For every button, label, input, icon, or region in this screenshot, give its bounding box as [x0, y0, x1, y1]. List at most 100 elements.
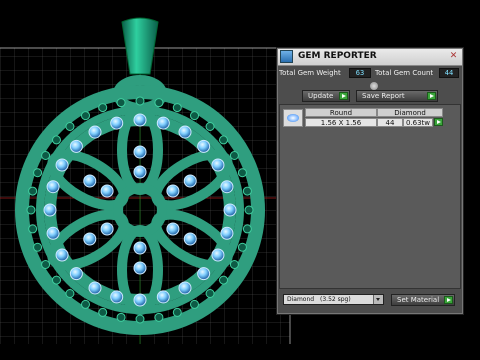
material-select[interactable]: Diamond (3.52 spg) [283, 294, 384, 305]
gem-stone [197, 139, 211, 153]
bead [242, 224, 252, 234]
gem-stone [133, 261, 147, 275]
bead [237, 242, 247, 252]
gem-stone [156, 116, 170, 130]
gem-stone [183, 232, 197, 246]
total-weight-value: 63 [349, 68, 371, 78]
panel-title: GEM REPORTER [298, 51, 377, 61]
play-arrow-icon [339, 92, 348, 100]
bead [52, 135, 62, 145]
bead [81, 111, 90, 121]
gem-stone [100, 222, 114, 236]
gem-stone [156, 290, 170, 304]
bead [218, 135, 228, 145]
gem-reporter-icon [280, 50, 293, 63]
gem-stone [43, 203, 57, 217]
panel-title-bar[interactable]: GEM REPORTER ✕ [278, 49, 462, 66]
bead [242, 186, 252, 196]
gem-count-cell: 44 [377, 118, 403, 127]
gem-stone [133, 113, 147, 127]
stats-row: Total Gem Weight 63 Total Gem Count 44 [279, 68, 461, 80]
play-arrow-icon [444, 296, 453, 304]
gem-stone [69, 139, 83, 153]
row-arrow-icon[interactable] [434, 118, 443, 126]
gem-stone [220, 180, 234, 194]
bead [190, 111, 199, 121]
gem-stone [100, 184, 114, 198]
bead [33, 242, 43, 252]
gem-stone [166, 184, 180, 198]
play-arrow-icon [427, 92, 436, 100]
bead [237, 168, 247, 178]
bead [229, 151, 239, 160]
bead [65, 288, 75, 298]
gem-stone [55, 158, 69, 172]
round-gem-icon [283, 109, 303, 127]
chevron-down-icon[interactable] [373, 295, 383, 304]
bead [28, 186, 38, 196]
scroll-knob-icon[interactable] [370, 82, 378, 90]
bead [172, 307, 182, 317]
total-count-label: Total Gem Count [375, 69, 434, 77]
total-weight-label: Total Gem Weight [279, 69, 341, 77]
bead [135, 314, 145, 324]
bead [52, 275, 62, 285]
gem-reporter-panel: GEM REPORTER ✕ Total Gem Weight 63 Total… [276, 47, 464, 315]
bead [244, 205, 254, 215]
gem-stone [88, 125, 102, 139]
gem-stone [83, 232, 97, 246]
bead [28, 224, 38, 234]
save-report-label: Save Report [362, 92, 405, 100]
gem-stone [211, 248, 225, 262]
bead [116, 312, 126, 322]
bead [65, 122, 75, 132]
gem-stone [133, 165, 147, 179]
bead [172, 103, 182, 113]
bead [98, 307, 108, 317]
bead [135, 96, 145, 106]
gem-stone [133, 293, 147, 307]
gem-stone [46, 180, 60, 194]
gem-stone [166, 222, 180, 236]
gem-stone [110, 290, 124, 304]
gem-stone [133, 241, 147, 255]
gem-stone [110, 116, 124, 130]
bead [205, 288, 215, 298]
gem-stone [83, 174, 97, 188]
bead [41, 151, 51, 160]
bead [41, 260, 51, 269]
gem-list[interactable]: Round Diamond 1.56 X 1.56 44 0.63tw [279, 104, 461, 289]
total-count-value: 44 [439, 68, 459, 78]
material-name: Diamond [287, 296, 315, 303]
gem-stone [178, 281, 192, 295]
gem-stone [46, 226, 60, 240]
material-row: Diamond (3.52 spg) Set Material [279, 292, 461, 308]
gem-weight-cell: 0.63tw [403, 118, 433, 127]
update-button[interactable]: Update [302, 90, 350, 102]
gem-stone [223, 203, 237, 217]
bead [33, 168, 43, 178]
gem-stone [183, 174, 197, 188]
bead [190, 299, 199, 309]
gem-stone [133, 145, 147, 159]
close-icon[interactable]: ✕ [448, 51, 459, 62]
bead [154, 98, 164, 108]
gem-stone [197, 267, 211, 281]
col-round-header: Round [305, 108, 377, 117]
bead [81, 299, 90, 309]
gem-stone [88, 281, 102, 295]
save-report-button[interactable]: Save Report [356, 90, 438, 102]
set-material-label: Set Material [397, 296, 440, 304]
bead [229, 260, 239, 269]
bead [26, 205, 36, 215]
gem-stone [69, 267, 83, 281]
bead [154, 312, 164, 322]
gem-stone [220, 226, 234, 240]
bead [98, 103, 108, 113]
gem-stone [211, 158, 225, 172]
gem-size-cell: 1.56 X 1.56 [305, 118, 377, 127]
update-label: Update [308, 92, 334, 100]
gem-stone [55, 248, 69, 262]
gem-stone [178, 125, 192, 139]
set-material-button[interactable]: Set Material [391, 294, 455, 306]
